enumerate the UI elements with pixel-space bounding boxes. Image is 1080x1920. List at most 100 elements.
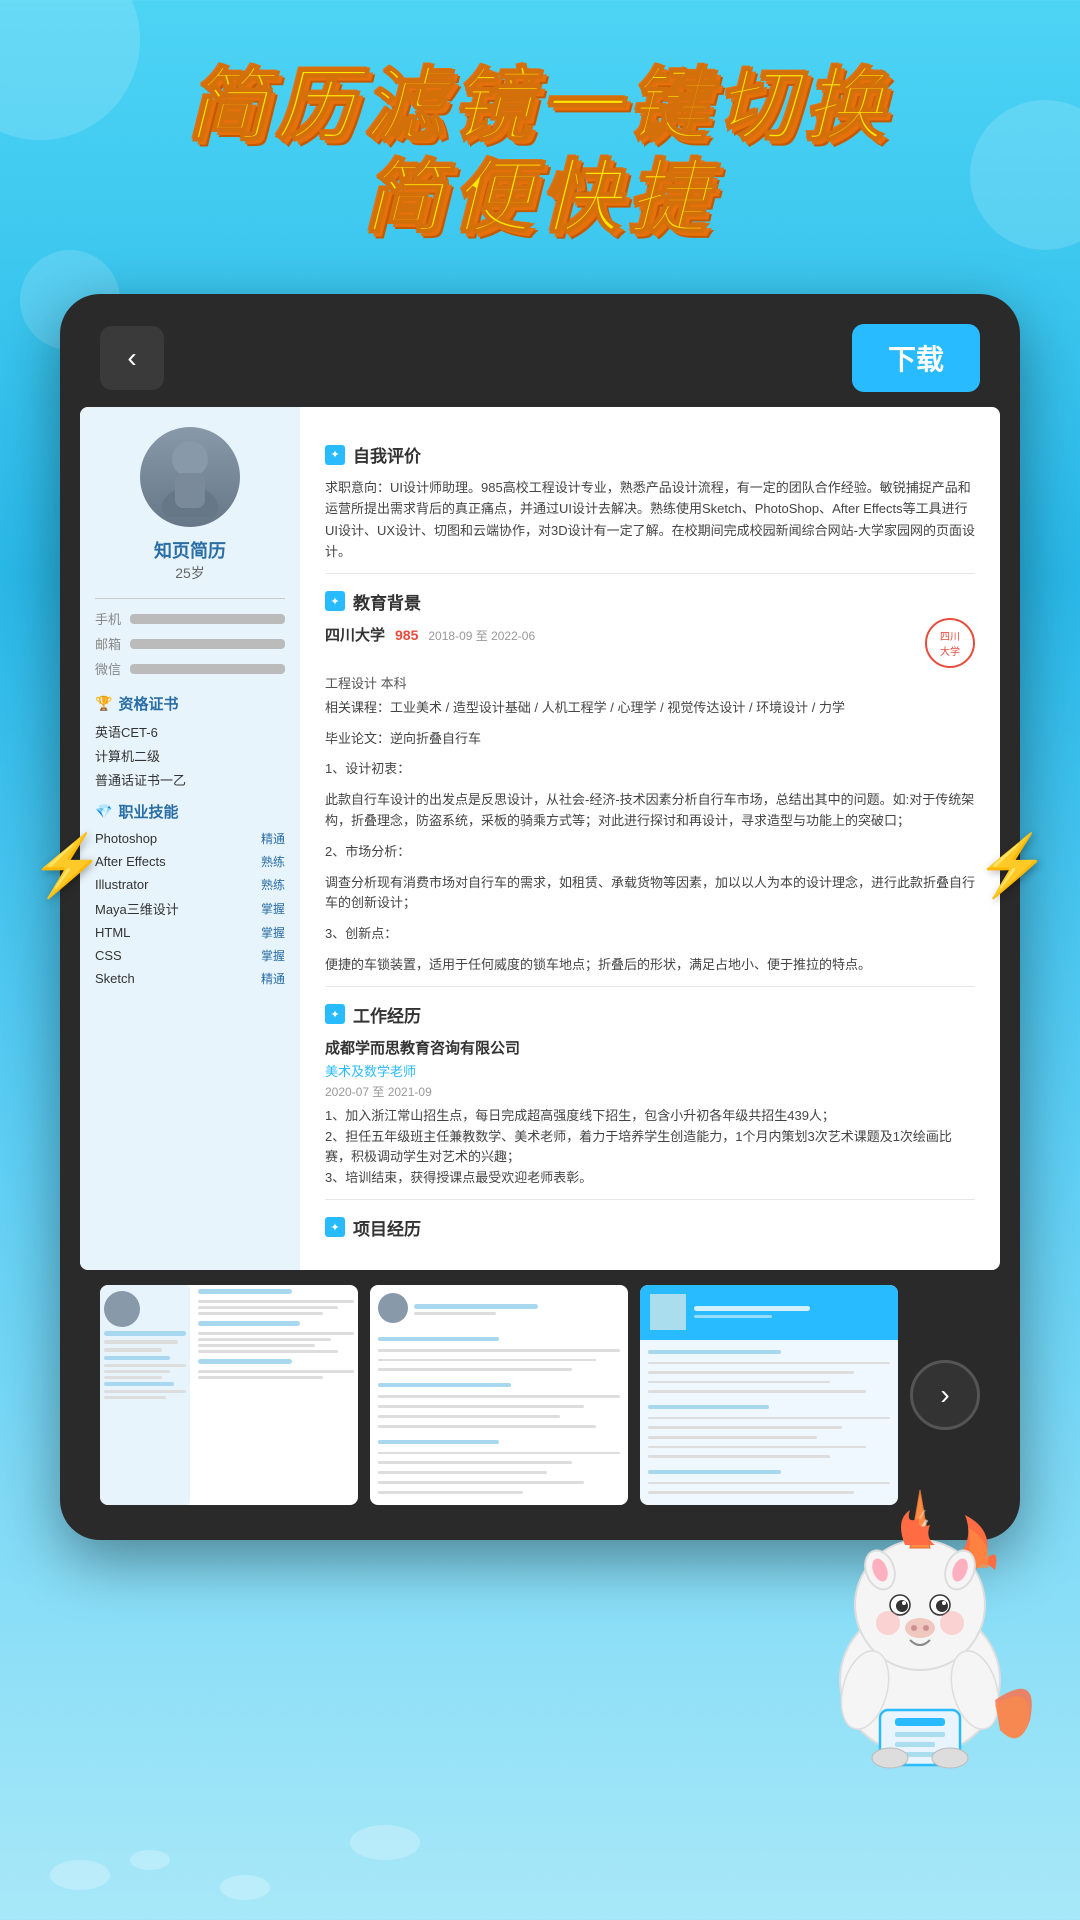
edu-thesis-p2-label: 2、市场分析： [325,842,975,863]
cert-item-2: 计算机二级 [95,746,285,765]
thumb2-l2 [378,1359,596,1362]
thumb1-line6 [104,1370,170,1373]
divider-2 [325,986,975,987]
thumb1-r3 [198,1306,338,1309]
work-content: 成都学而思教育咨询有限公司 美术及数学老师 2020-07 至 2021-09 … [325,1037,975,1189]
thumb2-sec3 [378,1440,499,1444]
skill-name: CSS [95,948,122,963]
project-title: 项目经历 [353,1215,421,1240]
self-eval-title: 自我评价 [353,442,421,467]
thumb3-l8 [648,1446,866,1449]
thumb1-line3 [104,1348,162,1352]
header-title-area: 简历滤镜一键切换 简便快捷 [0,0,1080,274]
thumb2-name [414,1304,538,1309]
thumb3-sub [694,1315,772,1318]
edu-thesis-p1-label: 1、设计初衷： [325,759,975,780]
edu-thesis-p2-desc: 调查分析现有消费市场对自行车的需求，如租赁、承载货物等因素，加以以人为本的设计理… [325,873,975,915]
thumb1-r8 [198,1344,315,1347]
thumb2-sec2 [378,1383,511,1387]
edu-title: 教育背景 [353,589,421,614]
edu-header: ✦ 教育背景 [325,589,975,614]
wechat-label: 微信 [95,659,125,678]
thumb3-s1 [648,1350,781,1354]
project-header: ✦ 项目经历 [325,1215,975,1240]
skill-name: After Effects [95,854,166,869]
skill-level: 精通 [261,830,285,847]
thumb1-r12 [198,1376,323,1379]
phone-label: 手机 [95,609,125,628]
email-value-blur [130,639,285,649]
divider-1 [325,573,975,574]
wechat-value-blur [130,664,285,674]
thumb1-line5 [104,1364,186,1367]
thumb2-l6 [378,1415,560,1418]
work-position: 美术及数学老师 [325,1061,975,1080]
thumbnail-2[interactable] [370,1285,628,1505]
edu-courses: 相关课程：工业美术 / 造型设计基础 / 人机工程学 / 心理学 / 视觉传达设… [325,698,975,719]
work-title: 工作经历 [353,1002,421,1027]
contact-info: 手机 邮箱 微信 [95,598,285,678]
thumb3-s2 [648,1405,769,1409]
edu-school-row: 四川大学 985 2018-09 至 2022-06 四川大学 [325,624,975,668]
back-button[interactable]: ‹ [100,326,164,390]
skill-level: 熟练 [261,876,285,893]
work-header: ✦ 工作经历 [325,1002,975,1027]
work-desc1: 1、加入浙江常山招生点，每日完成超高强度线下招生，包含小升初各年级共招生439人… [325,1106,975,1127]
avatar-person-icon [140,427,240,527]
next-button[interactable]: › [910,1360,980,1430]
thumb1-r9 [198,1350,338,1353]
edu-date: 2018-09 至 2022-06 [428,627,535,644]
work-desc2: 2、担任五年级班主任兼教数学、美术老师，着力于培养学生创造能力，1个月内策划3次… [325,1127,975,1169]
skill-name: Maya三维设计 [95,899,179,918]
title-line2: 简便快捷 [40,152,1040,244]
skill-html: HTML 掌握 [95,924,285,941]
work-desc3: 3、培训结束，获得授课点最受欢迎老师表彰。 [325,1168,975,1189]
thumb1-line2 [104,1340,178,1344]
lightning-right-icon: ⚡ [975,830,1050,901]
thumb3-l4 [648,1390,866,1393]
skill-sketch: Sketch 精通 [95,970,285,987]
thumb2-inner [370,1285,628,1505]
thumb3-avatar [650,1294,686,1330]
thumb3-l7 [648,1436,817,1439]
work-company: 成都学而思教育咨询有限公司 [325,1037,975,1058]
thumb1-line1 [104,1331,186,1336]
thumb1-line10 [104,1396,166,1399]
edu-thesis-p1-desc: 此款自行车设计的出发点是反思设计，从社会-经济-技术因素分析自行车市场，总结出其… [325,790,975,832]
edu-stamp: 四川大学 [925,618,975,668]
edu-school-name: 四川大学 [325,624,385,645]
thumb2-l4 [378,1395,620,1398]
thumb1-r2 [198,1300,354,1303]
skill-level: 熟练 [261,853,285,870]
cert-item-1: 英语CET-6 [95,722,285,741]
work-icon: ✦ [325,1004,345,1024]
download-button[interactable]: 下载 [852,324,980,392]
avatar [140,427,240,527]
thumb2-l10 [378,1471,547,1474]
thumb3-l2 [648,1371,854,1374]
thumb1-r1 [198,1289,291,1294]
brand-name: 知页简历 [95,537,285,563]
divider-3 [325,1199,975,1200]
edu-content: 四川大学 985 2018-09 至 2022-06 四川大学 工程设计 本科 … [325,624,975,976]
resume-main: ✦ 自我评价 求职意向：UI设计师助理。985高校工程设计专业，熟悉产品设计流程… [300,407,1000,1270]
thumb1-line4 [104,1356,170,1360]
self-eval-header: ✦ 自我评价 [325,442,975,467]
skill-illustrator: Illustrator 熟练 [95,876,285,893]
skills-title: 职业技能 [95,801,285,822]
skill-name: HTML [95,925,130,940]
person-age: 25岁 [175,565,205,581]
thumb1-line9 [104,1390,186,1393]
self-eval-content: 求职意向：UI设计师助理。985高校工程设计专业，熟悉产品设计流程，有一定的团队… [325,477,975,563]
thumb3-name [694,1306,810,1311]
edu-thesis-label: 毕业论文：逆向折叠自行车 [325,729,975,750]
resume-container: 知页简历 25岁 手机 邮箱 微信 [80,407,1000,1270]
thumb3-l9 [648,1455,830,1458]
skill-name: Sketch [95,971,135,986]
certificates-title: 资格证书 [95,693,285,714]
thumb2-l11 [378,1481,584,1484]
thumb2-l5 [378,1405,584,1408]
thumb2-age [414,1312,496,1315]
thumbnail-1[interactable] [100,1285,358,1505]
edu-icon: ✦ [325,591,345,611]
